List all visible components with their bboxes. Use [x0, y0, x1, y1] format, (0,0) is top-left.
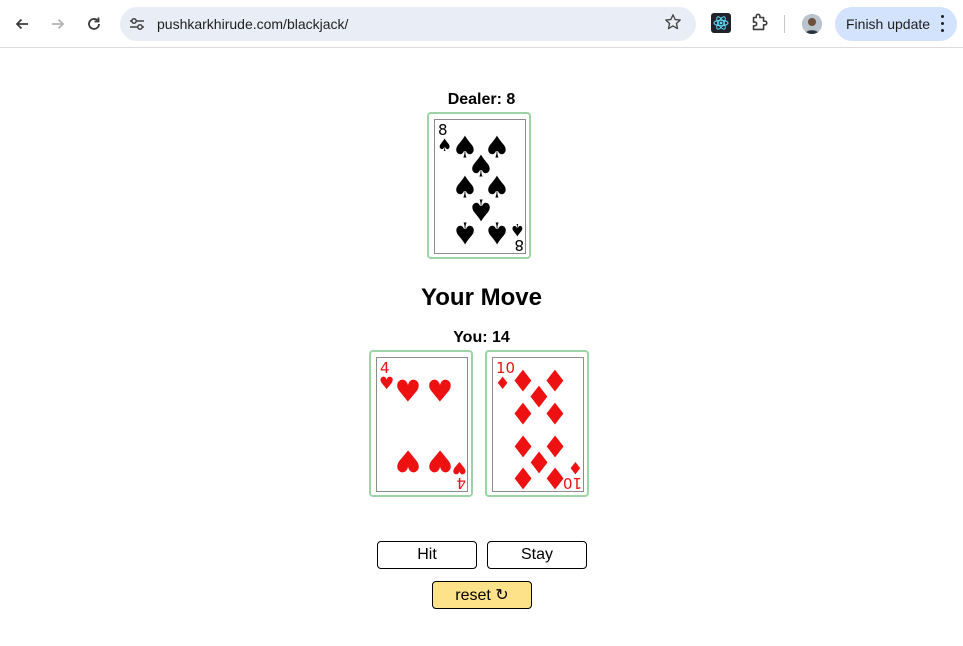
- player-score: You: 14: [453, 329, 510, 346]
- extensions-icon[interactable]: [748, 12, 770, 34]
- more-icon[interactable]: [941, 15, 945, 33]
- card-face: 8 ♠ 8 ♠ ♠ ♠ ♠ ♠ ♠ ♠ ♠ ♠: [434, 119, 526, 254]
- finish-update-label: Finish update: [846, 16, 931, 32]
- dealer-score: Dealer: 8: [447, 91, 516, 108]
- game-status: Your Move: [421, 284, 542, 311]
- player-card: 10 ♦ 10 ♦ ♦ ♦ ♦ ♦ ♦ ♦ ♦ ♦ ♦ ♦: [485, 350, 589, 497]
- corner-suit-icon: ♠: [510, 219, 525, 239]
- browser-toolbar: pushkarkhirude.com/blackjack/ Finish upd…: [0, 0, 963, 48]
- stay-button[interactable]: Stay: [487, 541, 587, 569]
- star-icon[interactable]: [664, 13, 682, 36]
- corner-suit-icon: ♦: [495, 374, 510, 394]
- reload-icon[interactable]: [80, 8, 108, 40]
- diamond-pip-icon: ♦: [510, 398, 537, 433]
- hit-button[interactable]: Hit: [377, 541, 477, 569]
- heart-pip-icon: ♥: [395, 443, 422, 478]
- heart-pip-icon: ♥: [395, 375, 422, 410]
- reset-button[interactable]: reset ↻: [432, 581, 532, 609]
- react-devtools-icon[interactable]: [711, 13, 731, 33]
- card-corner-bottom: 8♠: [510, 219, 525, 253]
- back-icon[interactable]: [8, 8, 36, 40]
- heart-pip-icon: ♥: [427, 443, 454, 478]
- forward-icon[interactable]: [44, 8, 72, 40]
- dealer-card: 8 ♠ 8 ♠ ♠ ♠ ♠ ♠ ♠ ♠ ♠ ♠: [427, 112, 531, 259]
- corner-suit-icon: ♦: [568, 457, 583, 477]
- site-settings-icon[interactable]: [128, 15, 146, 33]
- spade-pip-icon: ♠: [452, 215, 479, 250]
- spade-pip-icon: ♠: [484, 215, 511, 250]
- corner-suit-icon: ♠: [437, 136, 452, 156]
- diamond-pip-icon: ♦: [542, 398, 569, 433]
- diamond-pip-icon: ♦: [542, 460, 569, 493]
- address-bar[interactable]: pushkarkhirude.com/blackjack/: [120, 7, 696, 41]
- avatar[interactable]: [802, 14, 822, 34]
- player-card: 4 ♥ 4 ♥ ♥ ♥ ♥ ♥: [369, 350, 473, 497]
- url-text[interactable]: pushkarkhirude.com/blackjack/: [157, 16, 348, 32]
- diamond-pip-icon: ♦: [510, 460, 537, 493]
- corner-suit-icon: ♥: [379, 374, 394, 394]
- finish-update-button[interactable]: Finish update: [835, 7, 957, 41]
- toolbar-divider: [784, 15, 785, 33]
- card-face: 10 ♦ 10 ♦ ♦ ♦ ♦ ♦ ♦ ♦ ♦ ♦ ♦ ♦: [492, 357, 584, 492]
- card-face: 4 ♥ 4 ♥ ♥ ♥ ♥ ♥: [376, 357, 468, 492]
- heart-pip-icon: ♥: [427, 375, 454, 410]
